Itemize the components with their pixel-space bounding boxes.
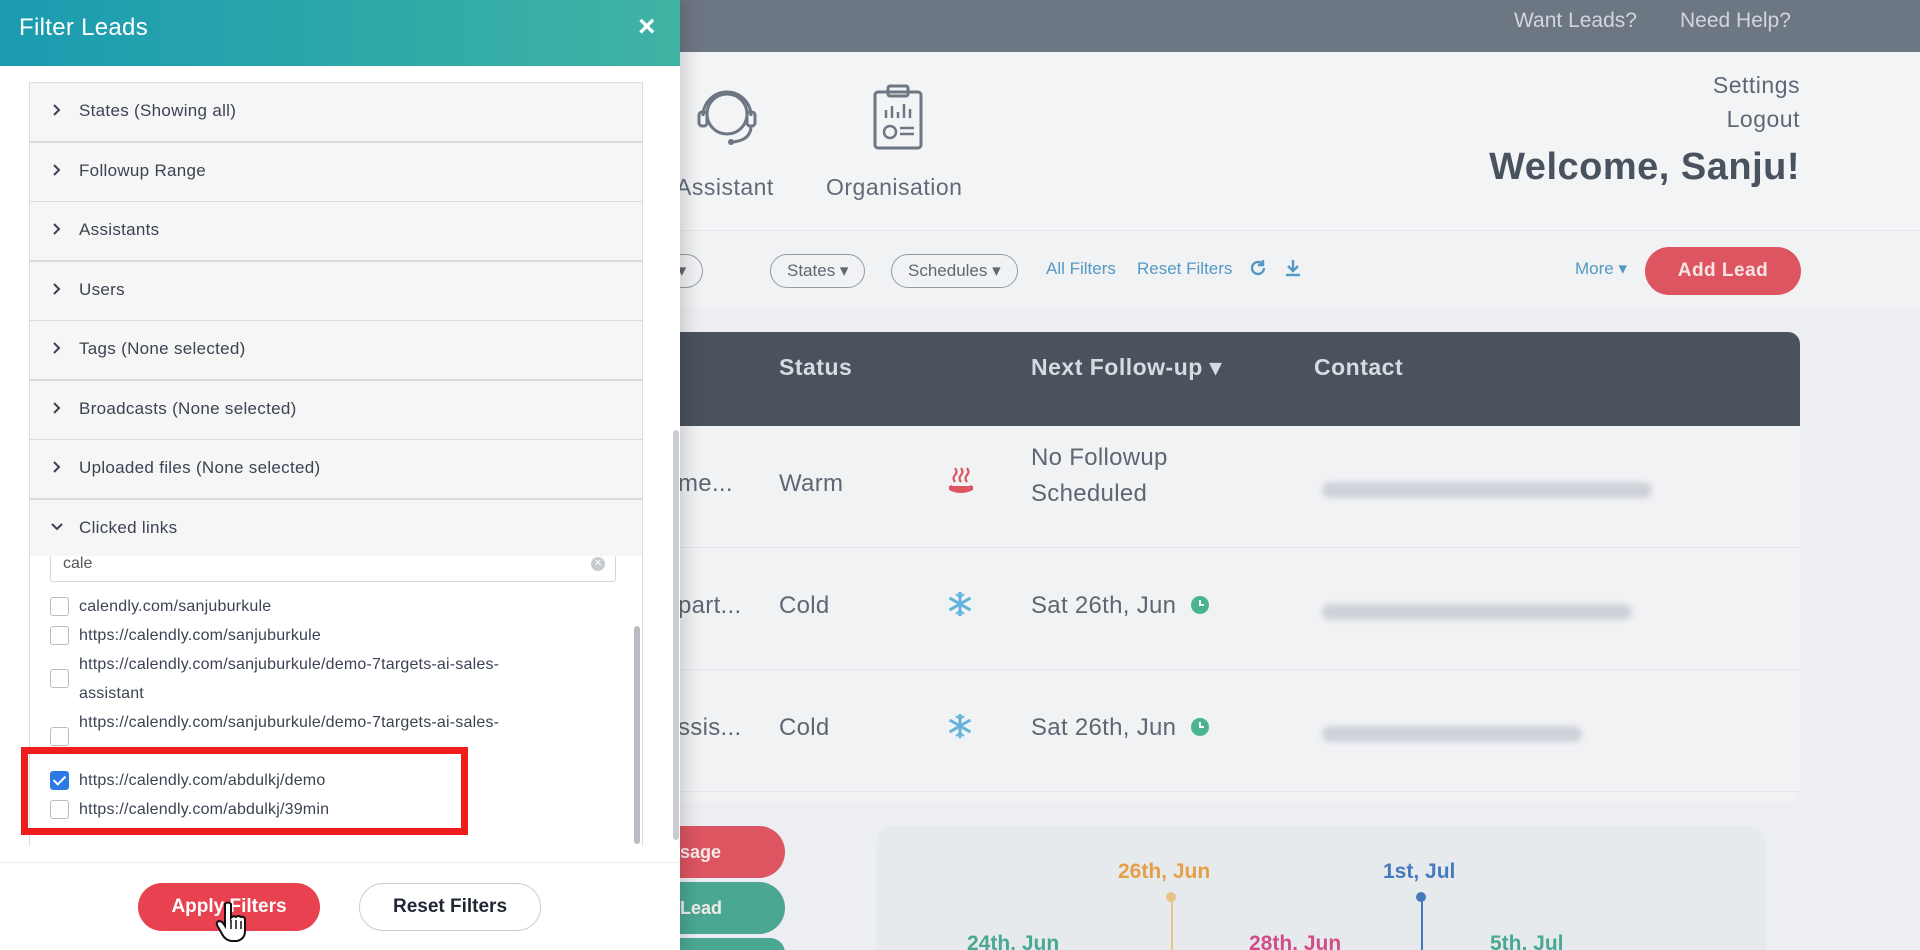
chevron-right-icon — [53, 223, 61, 235]
section-label: Users — [79, 280, 125, 299]
chevron-right-icon — [53, 104, 61, 116]
links-scrollbar[interactable] — [634, 626, 640, 844]
chevron-right-icon — [53, 342, 61, 354]
link-option[interactable]: calendly.com/sanjuburkule — [50, 592, 610, 621]
link-checkbox[interactable] — [50, 727, 69, 746]
link-label: https://calendly.com/sanjuburkule/demo-7… — [79, 656, 500, 702]
modal-title: Filter Leads — [19, 14, 148, 41]
link-option[interactable]: https://calendly.com/sanjuburkule — [50, 621, 610, 650]
link-label: https://calendly.com/sanjuburkule/demo-7… — [79, 714, 500, 731]
section-followup-range[interactable]: Followup Range — [29, 142, 643, 202]
section-assistants[interactable]: Assistants — [29, 201, 643, 261]
section-label: Assistants — [79, 220, 160, 239]
hand-pointer-cursor-icon — [215, 901, 246, 942]
close-icon[interactable]: × — [638, 10, 656, 44]
link-checkbox[interactable] — [50, 626, 69, 645]
link-checkbox[interactable] — [50, 597, 69, 616]
section-label: Clicked links — [79, 518, 178, 537]
section-label: Tags (None selected) — [79, 339, 246, 358]
link-option[interactable]: https://calendly.com/sanjuburkule/demo-7… — [50, 650, 610, 708]
section-users[interactable]: Users — [29, 261, 643, 321]
modal-scrollbar[interactable] — [673, 430, 679, 840]
annotation-highlight-box — [21, 747, 468, 835]
modal-footer: Apply Filters Reset Filters — [0, 862, 680, 950]
section-label: Followup Range — [79, 161, 207, 180]
section-uploaded-files[interactable]: Uploaded files (None selected) — [29, 439, 643, 499]
filter-leads-modal: Filter Leads × States (Showing all) Foll… — [0, 0, 680, 950]
modal-header: Filter Leads × — [0, 0, 680, 66]
links-search-field[interactable]: ✕ — [50, 556, 616, 582]
section-label: Uploaded files (None selected) — [79, 458, 321, 477]
link-label: calendly.com/sanjuburkule — [79, 598, 272, 615]
clear-search-icon[interactable]: ✕ — [591, 557, 605, 571]
chevron-right-icon — [53, 402, 61, 414]
section-states[interactable]: States (Showing all) — [29, 82, 643, 142]
link-checkbox[interactable] — [50, 669, 69, 688]
links-search-input[interactable] — [63, 556, 583, 573]
link-label: https://calendly.com/sanjuburkule — [79, 627, 321, 644]
reset-filters-button[interactable]: Reset Filters — [359, 883, 541, 931]
section-label: Broadcasts (None selected) — [79, 399, 297, 418]
section-broadcasts[interactable]: Broadcasts (None selected) — [29, 380, 643, 440]
section-clicked-links[interactable]: Clicked links — [29, 499, 643, 559]
chevron-right-icon — [53, 164, 61, 176]
section-label: States (Showing all) — [79, 101, 237, 120]
chevron-right-icon — [53, 283, 61, 295]
chevron-right-icon — [53, 461, 61, 473]
section-tags[interactable]: Tags (None selected) — [29, 320, 643, 380]
chevron-down-icon — [51, 523, 63, 531]
